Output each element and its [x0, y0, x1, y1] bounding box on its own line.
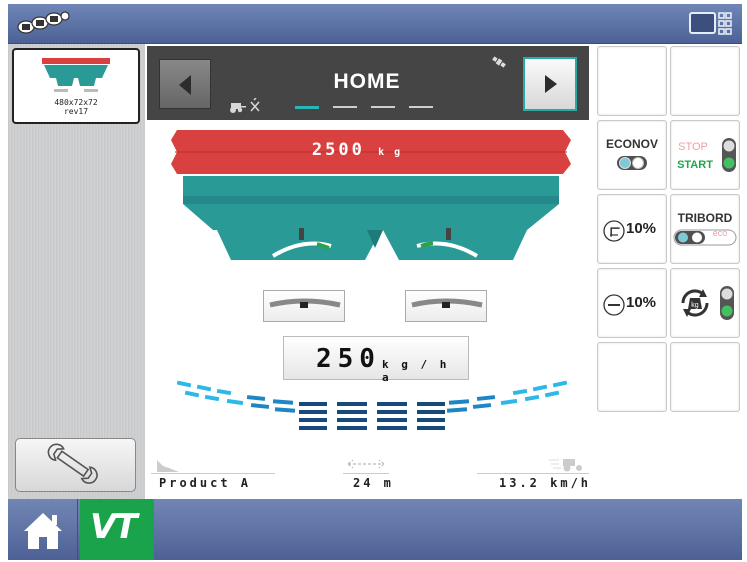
eco-label: eco [712, 228, 728, 238]
width-stat: 24 m [343, 456, 391, 496]
main-header: HOME [147, 46, 589, 120]
ground-speed: 13.2 km/h [499, 476, 592, 490]
tractor-speed-icon [549, 459, 582, 472]
rate-value: 250 [316, 344, 381, 374]
right-disc-adjust-icon [603, 294, 625, 316]
speed-stat: 13.2 km/h [477, 456, 589, 496]
tractor-gps-icon [230, 98, 260, 113]
prev-page-button[interactable] [159, 59, 211, 109]
vt-label: VT [90, 507, 137, 547]
top-bar [8, 4, 742, 44]
stop-label: STOP [678, 141, 708, 153]
empty-slot-3[interactable] [597, 342, 667, 412]
arrow-left-icon [179, 75, 191, 95]
econov-toggle[interactable]: ECONOV [597, 120, 667, 190]
stop-start-toggle[interactable]: STOP START [670, 120, 740, 190]
kg-cycle-icon: kg [681, 289, 709, 317]
econov-label: ECONOV [605, 137, 658, 151]
tribord-toggle[interactable]: TRIBORD eco [670, 194, 740, 264]
product-icon [157, 460, 179, 472]
implement-caption-line1: 480x72x72 [54, 98, 98, 107]
left-disc-icon [269, 298, 341, 308]
kg-icon-text: kg [691, 302, 699, 309]
bottom-bar: VT [8, 499, 742, 560]
virtual-terminal-button[interactable]: VT [80, 499, 154, 560]
stop-start-switch-icon [722, 138, 736, 172]
weigh-switch-icon [720, 286, 734, 320]
left-rate-adjust[interactable]: 10% [597, 194, 667, 264]
page-dot-4[interactable] [409, 106, 433, 108]
left-panel: 480x72x72 rev17 [8, 44, 145, 499]
terminal-frame: 480x72x72 rev17 HOME 2500 k g 250 k g / … [8, 4, 742, 560]
left-rate-value: 10% [626, 220, 657, 237]
econov-switch-icon [617, 156, 647, 170]
hopper-unit: k g [378, 147, 403, 158]
mom-logo-icon [17, 11, 70, 34]
next-page-button[interactable] [523, 57, 577, 111]
empty-slot-1[interactable] [597, 46, 667, 116]
empty-slot-2[interactable] [670, 46, 740, 116]
spreader-thumbnail-icon [42, 58, 110, 92]
width-arrow-icon [347, 459, 385, 469]
implement-thumbnail[interactable]: 480x72x72 rev17 [12, 48, 140, 124]
page-dot-1[interactable] [295, 106, 319, 109]
product-underline [151, 473, 275, 474]
satellite-icon [492, 56, 506, 68]
spread-pattern [177, 380, 567, 430]
product-stat: Product A [151, 456, 275, 496]
left-disc-adjust-icon [603, 220, 625, 242]
implement-caption-line2: rev17 [63, 107, 89, 116]
right-rate-adjust[interactable]: 10% [597, 268, 667, 338]
screen-layout-icon[interactable] [688, 10, 734, 38]
product-name: Product A [159, 476, 252, 490]
right-rate-value: 10% [626, 294, 657, 311]
page-dot-3[interactable] [371, 106, 395, 108]
weigh-calibration-toggle[interactable]: kg [670, 268, 740, 338]
spreader-status-view: 2500 k g 250 k g / h a Product A 24 m 13… [147, 120, 589, 499]
home-button[interactable] [8, 499, 78, 560]
arrow-right-icon [545, 75, 557, 93]
home-icon [24, 513, 62, 549]
empty-slot-4[interactable] [670, 342, 740, 412]
application-rate-display[interactable]: 250 k g / h a [283, 336, 469, 384]
width-underline [343, 473, 389, 474]
page-title: HOME [333, 70, 401, 93]
working-width: 24 m [353, 476, 394, 490]
hopper-amount: 2500 [311, 140, 365, 160]
speed-underline [477, 473, 589, 474]
tribord-label: TRIBORD [677, 211, 733, 225]
left-disc-gauge [263, 290, 345, 322]
implement-caption: 480x72x72 rev17 [14, 98, 138, 116]
start-label: START [677, 159, 713, 171]
right-disc-icon [411, 298, 483, 308]
page-dot-2[interactable] [333, 106, 357, 108]
wrench-icon [47, 443, 98, 484]
right-disc-gauge [405, 290, 487, 322]
settings-tool-button[interactable] [15, 438, 136, 492]
hopper-weight: 2500 k g [287, 140, 427, 160]
